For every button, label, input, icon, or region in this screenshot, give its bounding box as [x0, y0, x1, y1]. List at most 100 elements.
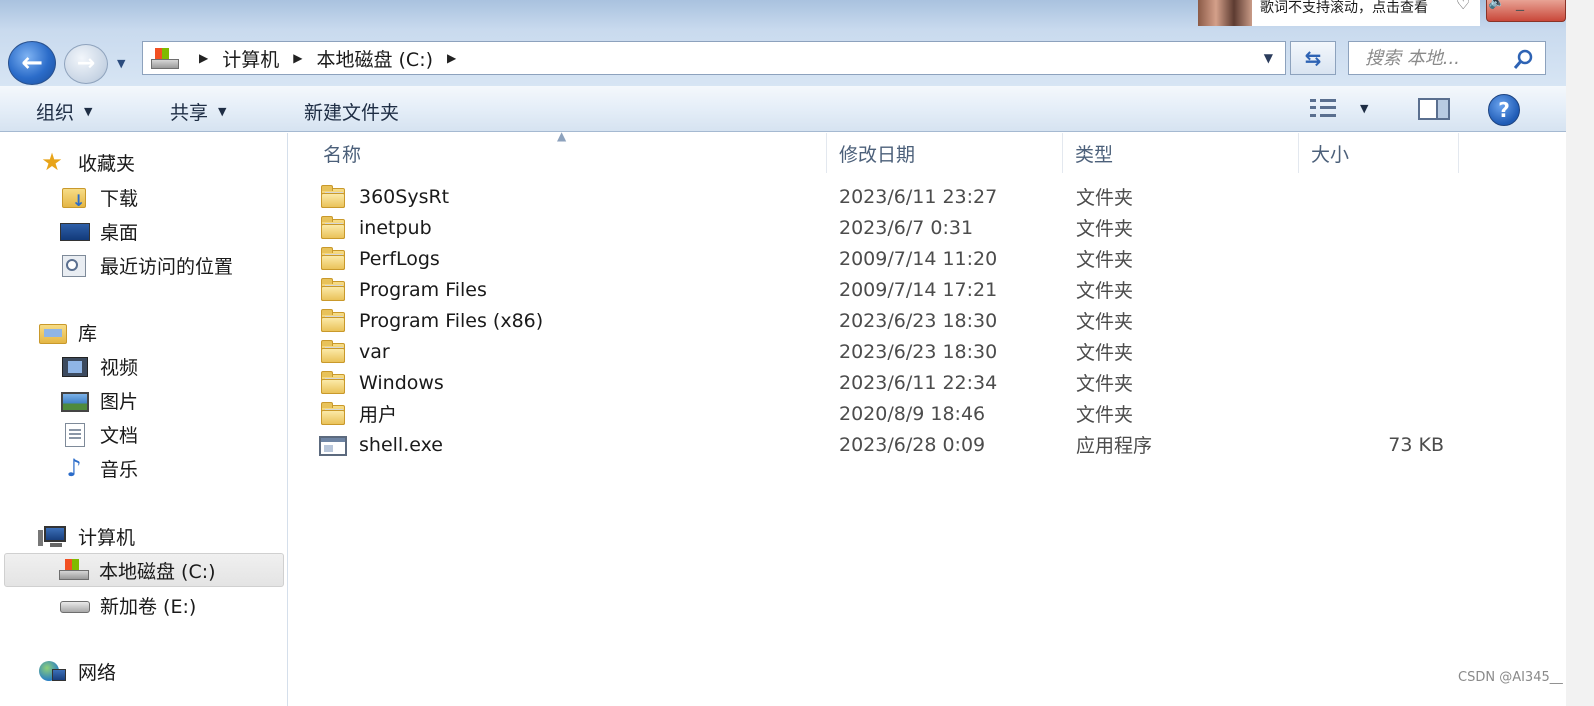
help-button[interactable]: ?	[1488, 94, 1520, 126]
file-row[interactable]: 用户 2020/8/9 18:46 文件夹	[319, 398, 1439, 429]
sidebar-item-label: 音乐	[100, 458, 139, 481]
sidebar-item-label: 库	[78, 322, 98, 345]
file-row[interactable]: PerfLogs 2009/7/14 11:20 文件夹	[319, 243, 1439, 274]
new-folder-button[interactable]: 新建文件夹	[304, 98, 399, 125]
folder-icon	[319, 401, 347, 426]
file-type: 文件夹	[1076, 404, 1134, 426]
window-edge	[1566, 0, 1594, 706]
file-name: PerfLogs	[359, 247, 440, 270]
breadcrumb-arrow-icon[interactable]: ▶	[447, 51, 456, 65]
chevron-down-icon: ▼	[218, 105, 227, 118]
sidebar-item-favorites[interactable]: ★ 收藏夹	[38, 145, 135, 179]
music-notification[interactable]: 歌词不支持滚动，点击查看	[1198, 0, 1480, 26]
document-icon	[60, 422, 88, 447]
breadcrumb-arrow-icon[interactable]: ▶	[293, 51, 302, 65]
breadcrumb-local-disk[interactable]: 本地磁盘 (C:)	[316, 45, 433, 72]
notification-text: 歌词不支持滚动，点击查看	[1260, 0, 1428, 16]
sidebar-item-label: 最近访问的位置	[100, 255, 234, 278]
address-history-dropdown[interactable]: ▼	[1264, 51, 1273, 65]
column-header-type[interactable]: 类型	[1063, 133, 1299, 173]
column-header-date-modified[interactable]: 修改日期	[827, 133, 1063, 173]
downloads-folder-icon: ↓	[60, 185, 88, 210]
chevron-down-icon: ▼	[1360, 101, 1369, 115]
sidebar-item-videos[interactable]: 视频	[60, 349, 138, 383]
sidebar-item-new-volume-e[interactable]: 新加卷 (E:)	[60, 588, 196, 622]
file-row[interactable]: Windows 2023/6/11 22:34 文件夹	[319, 367, 1439, 398]
library-icon	[38, 320, 67, 344]
watermark: CSDN @AI345__	[1458, 670, 1563, 685]
help-icon: ?	[1498, 98, 1510, 122]
sidebar-item-label: 图片	[100, 390, 139, 413]
command-bar: 组织 ▼ 共享 ▼ 新建文件夹 ▼ ?	[0, 86, 1594, 132]
file-date: 2023/6/7 0:31	[839, 216, 974, 239]
computer-icon	[38, 524, 66, 548]
sidebar-item-computer[interactable]: 计算机	[38, 519, 135, 553]
arrow-right-icon: →	[76, 51, 96, 76]
file-name: Windows	[359, 371, 444, 394]
column-header-label: 类型	[1075, 143, 1114, 166]
folder-icon	[319, 370, 347, 395]
folder-icon	[319, 215, 347, 240]
search-input[interactable]	[1365, 47, 1495, 69]
column-header-label: 修改日期	[839, 143, 916, 166]
folder-icon	[319, 246, 347, 271]
sidebar-item-downloads[interactable]: ↓ 下载	[60, 180, 138, 214]
chevron-down-icon: ▼	[84, 105, 93, 118]
sidebar-item-desktop[interactable]: 桌面	[60, 214, 138, 248]
file-row[interactable]: shell.exe 2023/6/28 0:09 应用程序 73 KB	[319, 429, 1444, 460]
refresh-icon: ⇆	[1304, 46, 1322, 70]
file-name: var	[359, 340, 390, 363]
sidebar-item-pictures[interactable]: 图片	[60, 383, 138, 417]
forward-button[interactable]: →	[64, 44, 108, 84]
recent-places-icon	[60, 253, 88, 277]
folder-icon	[319, 308, 347, 333]
organize-menu[interactable]: 组织 ▼	[36, 98, 92, 125]
file-type: 文件夹	[1076, 373, 1134, 395]
address-bar[interactable]: ▶ 计算机 ▶ 本地磁盘 (C:) ▶ ▼	[142, 41, 1286, 75]
file-date: 2023/6/23 18:30	[839, 340, 998, 363]
drive-icon	[60, 593, 90, 617]
recent-pages-dropdown[interactable]: ▼	[117, 57, 125, 70]
file-type: 文件夹	[1076, 280, 1134, 302]
sidebar-item-libraries[interactable]: 库	[38, 315, 97, 349]
file-row[interactable]: 360SysRt 2023/6/11 23:27 文件夹	[319, 181, 1439, 212]
music-note-icon: ♪	[66, 454, 82, 482]
file-list: ▲ 名称 修改日期 类型 大小 360SysRt 2023/6/11 23:27…	[289, 129, 1594, 706]
star-icon: ★	[41, 148, 63, 176]
network-icon	[38, 659, 66, 683]
sidebar-item-label: 计算机	[78, 526, 136, 549]
volume-icon[interactable]: 🔈	[1488, 0, 1505, 10]
sidebar-item-documents[interactable]: 文档	[60, 417, 138, 451]
file-type: 应用程序	[1076, 435, 1153, 457]
search-box[interactable]	[1348, 41, 1546, 75]
sidebar-item-recent-places[interactable]: 最近访问的位置	[60, 248, 233, 282]
search-icon[interactable]	[1513, 48, 1535, 70]
sidebar-item-network[interactable]: 网络	[38, 654, 116, 688]
file-name: inetpub	[359, 216, 432, 239]
organize-label: 组织	[36, 102, 75, 124]
file-date: 2009/7/14 11:20	[839, 247, 998, 270]
sidebar-item-label: 网络	[78, 661, 117, 684]
preview-pane-button[interactable]	[1418, 98, 1450, 120]
file-row[interactable]: inetpub 2023/6/7 0:31 文件夹	[319, 212, 1439, 243]
column-header-size[interactable]: 大小	[1299, 133, 1459, 173]
sidebar-item-music[interactable]: ♪ 音乐	[60, 451, 138, 485]
sidebar-item-label: 视频	[100, 356, 139, 379]
back-button[interactable]: ←	[8, 41, 56, 85]
breadcrumb-computer[interactable]: 计算机	[222, 45, 279, 72]
file-type: 文件夹	[1076, 342, 1134, 364]
column-header-name[interactable]: 名称	[311, 133, 827, 173]
share-menu[interactable]: 共享 ▼	[170, 98, 226, 125]
file-date: 2020/8/9 18:46	[839, 402, 986, 425]
file-date: 2023/6/11 22:34	[839, 371, 998, 394]
file-row[interactable]: var 2023/6/23 18:30 文件夹	[319, 336, 1439, 367]
file-row[interactable]: Program Files (x86) 2023/6/23 18:30 文件夹	[319, 305, 1439, 336]
avatar	[1198, 0, 1252, 26]
change-view-button[interactable]: ▼	[1310, 98, 1368, 118]
refresh-button[interactable]: ⇆	[1290, 41, 1336, 75]
breadcrumb-arrow-icon[interactable]: ▶	[199, 51, 208, 65]
sidebar-item-local-disk-c[interactable]: 本地磁盘 (C:)	[4, 553, 284, 587]
minimize-notification-icon[interactable]: _	[1516, 0, 1524, 11]
heart-icon[interactable]: ♡	[1456, 0, 1470, 13]
file-row[interactable]: Program Files 2009/7/14 17:21 文件夹	[319, 274, 1439, 305]
